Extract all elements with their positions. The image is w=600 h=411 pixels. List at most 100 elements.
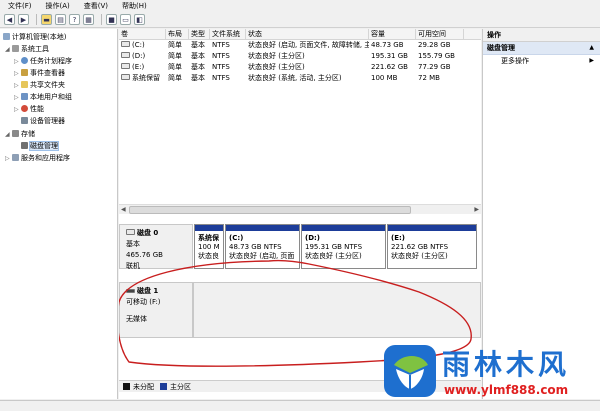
collapse-arrow-icon[interactable]: ▷: [14, 93, 21, 103]
cell-volume: (C:): [119, 40, 166, 50]
tree-item-services-apps[interactable]: ▷ 服务和应用程序: [5, 153, 70, 163]
folder-icon[interactable]: ▬: [41, 14, 52, 25]
tree-item-root[interactable]: 计算机管理(本地): [3, 32, 66, 42]
more-actions-label: 更多操作: [501, 57, 529, 65]
volume-list-header: 卷 布局 类型 文件系统 状态 容量 可用空间: [119, 29, 481, 40]
cell-layout: 简单: [168, 41, 182, 49]
scroll-left-icon[interactable]: ◀: [121, 206, 126, 213]
column-status[interactable]: 状态: [246, 29, 369, 39]
more-actions[interactable]: 更多操作 ▶: [483, 55, 600, 67]
toolbar: ◀ ▶ ▬ ▤ ? ▦ ■ ▭ ◧: [0, 12, 600, 28]
cell-free-space: 72 MB: [418, 74, 440, 82]
partition-size: 221.62 GB NTFS: [391, 243, 449, 251]
back-icon[interactable]: ◀: [4, 14, 15, 25]
scrollbar-thumb[interactable]: [129, 206, 411, 214]
users-icon: [21, 93, 28, 100]
primary-swatch: [160, 383, 167, 390]
device-manager-icon: [21, 117, 28, 124]
cell-capacity: 195.31 GB: [371, 52, 408, 60]
properties-icon[interactable]: ■: [106, 14, 117, 25]
shared-folder-icon: [21, 81, 28, 88]
table-row[interactable]: (C:) 简单 基本 NTFS 状态良好 (启动, 页面文件, 故障转储, 主分…: [119, 40, 481, 50]
menu-file[interactable]: 文件(F): [0, 1, 38, 11]
unallocated-swatch: [123, 383, 130, 390]
collapse-arrow-icon[interactable]: ▷: [14, 69, 21, 79]
tree-item-device-manager[interactable]: 设备管理器: [21, 116, 65, 126]
collapse-arrow-icon[interactable]: ▷: [14, 57, 21, 67]
cell-filesystem: NTFS: [212, 41, 230, 49]
clock-icon: [21, 57, 28, 64]
column-filesystem[interactable]: 文件系统: [210, 29, 246, 39]
cell-volume-text: (D:): [132, 52, 146, 60]
legend-primary: 主分区: [170, 382, 191, 391]
toolbar-divider: [101, 14, 102, 25]
console-tree-icon[interactable]: ▤: [55, 14, 66, 25]
horizontal-scrollbar[interactable]: ◀ ▶: [119, 204, 481, 214]
tools-icon: [12, 45, 19, 52]
cell-filesystem: NTFS: [212, 52, 230, 60]
column-free-space[interactable]: 可用空间: [416, 29, 464, 39]
cell-volume-text: (E:): [132, 63, 145, 71]
expand-arrow-icon[interactable]: ◢: [5, 45, 12, 55]
collapse-arrow-icon[interactable]: ▷: [14, 81, 21, 91]
collapse-arrow-icon[interactable]: ▷: [14, 105, 21, 115]
tree-item-shared-folders[interactable]: ▷ 共享文件夹: [14, 80, 65, 90]
cell-filesystem: NTFS: [212, 63, 230, 71]
show-hide-icon[interactable]: ▦: [83, 14, 94, 25]
actions-title: 操作: [483, 29, 600, 42]
cell-status: 状态良好 (启动, 页面文件, 故障转储, 主分区): [248, 41, 369, 49]
cell-capacity: 100 MB: [371, 74, 398, 82]
table-row[interactable]: (D:) 简单 基本 NTFS 状态良好 (主分区) 195.31 GB 155…: [119, 51, 481, 61]
tree-item-local-users[interactable]: ▷ 本地用户和组: [14, 92, 72, 102]
column-layout[interactable]: 布局: [166, 29, 189, 39]
tree-item-task-scheduler[interactable]: ▷ 任务计划程序: [14, 56, 72, 66]
brand-url: www.ylmf888.com: [444, 383, 569, 397]
partition-size: 48.73 GB NTFS: [229, 243, 282, 251]
storage-icon: [12, 130, 19, 137]
column-capacity[interactable]: 容量: [369, 29, 416, 39]
toolbar-divider: [36, 14, 37, 25]
actions-section-disk-management[interactable]: 磁盘管理 ▲: [483, 42, 600, 55]
volume-icon: [121, 52, 130, 58]
disk-icon[interactable]: ▭: [120, 14, 131, 25]
disk-0-title: 磁盘 0: [126, 228, 192, 239]
partition-name: (D:): [305, 234, 321, 242]
volume-icon: [121, 63, 130, 69]
partition-size: 195.31 GB NTFS: [305, 243, 363, 251]
scroll-right-icon[interactable]: ▶: [474, 206, 479, 213]
actions-section-label: 磁盘管理: [487, 44, 515, 52]
expand-arrow-icon[interactable]: ◢: [5, 130, 12, 140]
cell-volume-text: (C:): [132, 41, 145, 49]
wizard-icon[interactable]: ◧: [134, 14, 145, 25]
menu-help[interactable]: 帮助(H): [114, 1, 153, 11]
cell-status: 状态良好 (系统, 活动, 主分区): [248, 74, 342, 82]
chevron-right-icon[interactable]: ▶: [589, 55, 594, 67]
forward-icon[interactable]: ▶: [18, 14, 29, 25]
cell-capacity: 221.62 GB: [371, 63, 408, 71]
collapse-arrow-icon[interactable]: ▷: [5, 154, 12, 164]
watermark: 雨林木风 www.ylmf888.com: [378, 335, 600, 410]
tree-item-storage[interactable]: ◢ 存储: [5, 129, 35, 139]
column-type[interactable]: 类型: [189, 29, 210, 39]
cell-filesystem: NTFS: [212, 74, 230, 82]
table-row[interactable]: 系统保留 简单 基本 NTFS 状态良好 (系统, 活动, 主分区) 100 M…: [119, 73, 481, 83]
console-tree: 计算机管理(本地) ◢ 系统工具 ▷ 任务计划程序 ▷ 事件查看器 ▷ 共享文件夹 ▷ 本…: [0, 29, 118, 399]
help-icon[interactable]: ?: [69, 14, 80, 25]
collapse-up-icon[interactable]: ▲: [589, 42, 594, 54]
cell-type: 基本: [191, 52, 205, 60]
cell-free-space: 29.28 GB: [418, 41, 451, 49]
menu-action[interactable]: 操作(A): [38, 1, 76, 11]
legend-unallocated: 未分配: [133, 382, 154, 391]
tree-item-event-viewer[interactable]: ▷ 事件查看器: [14, 68, 65, 78]
disk-0-name: 磁盘 0: [137, 229, 159, 237]
tree-item-system-tools[interactable]: ◢ 系统工具: [5, 44, 49, 54]
cell-status: 状态良好 (主分区): [248, 52, 305, 60]
table-row[interactable]: (E:) 简单 基本 NTFS 状态良好 (主分区) 221.62 GB 77.…: [119, 62, 481, 72]
tree-item-performance[interactable]: ▷ 性能: [14, 104, 44, 114]
computer-icon: [3, 33, 10, 40]
cell-layout: 简单: [168, 74, 182, 82]
disk-icon: [126, 229, 135, 235]
tree-item-disk-management[interactable]: 磁盘管理: [21, 141, 59, 151]
column-volume[interactable]: 卷: [119, 29, 166, 39]
menu-view[interactable]: 查看(V): [76, 1, 114, 11]
